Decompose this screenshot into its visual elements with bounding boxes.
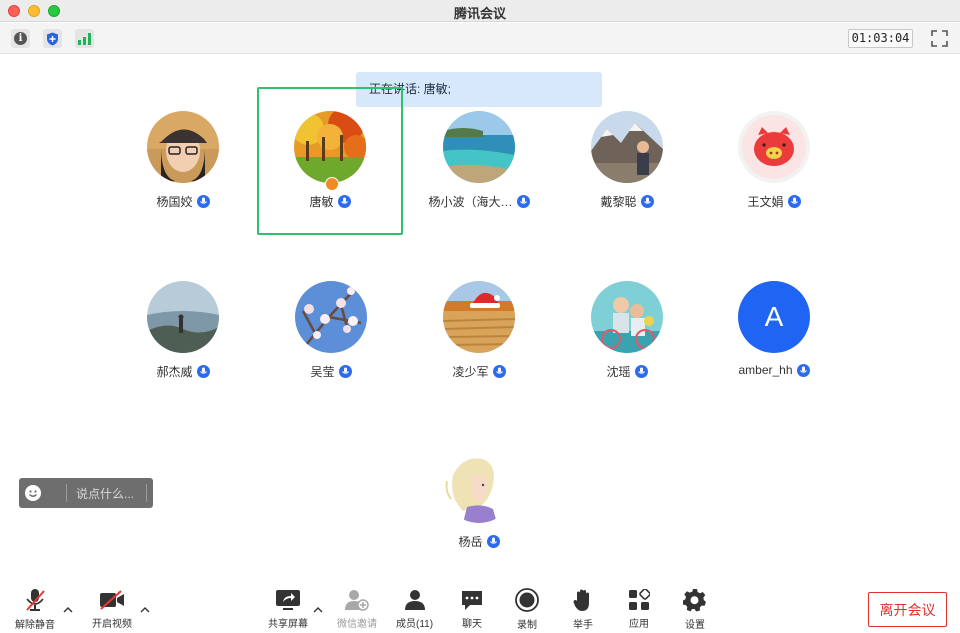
share-screen-icon	[276, 589, 300, 610]
wechat-invite-label: 微信邀请	[337, 619, 377, 630]
mic-icon	[634, 365, 648, 378]
participant-name: 杨国姣	[156, 195, 193, 209]
chat-icon	[462, 590, 482, 610]
participant-name: 戴黎聪	[600, 195, 637, 209]
avatar	[443, 111, 515, 183]
participant-name: 吴莹	[310, 365, 335, 379]
title-bar: 腾讯会议	[0, 0, 960, 22]
settings-label: 设置	[685, 620, 705, 631]
unmute-label: 解除静音	[15, 620, 55, 631]
chevron-up-icon[interactable]	[139, 604, 151, 616]
mic-icon	[196, 195, 210, 208]
participant-name: 凌少军	[452, 365, 489, 379]
avatar	[443, 281, 515, 353]
network-signal-button[interactable]	[75, 29, 94, 48]
avatar	[147, 111, 219, 183]
avatar	[147, 281, 219, 353]
mic-icon	[516, 195, 530, 208]
mic-icon	[338, 365, 352, 378]
apps-label: 应用	[629, 619, 649, 630]
chat-label: 聊天	[462, 619, 482, 630]
start-video-button[interactable]: 开启视频	[92, 588, 132, 630]
participant-tile[interactable]: 郝杰威	[110, 257, 256, 405]
unmute-button[interactable]: 解除静音	[15, 588, 55, 631]
meeting-info-button[interactable]: i	[11, 29, 30, 48]
divider	[66, 484, 67, 502]
participant-name: 唐敏	[309, 195, 334, 209]
participant-tile[interactable]: 杨岳	[406, 427, 552, 575]
settings-button[interactable]: 设置	[682, 588, 708, 631]
fullscreen-icon[interactable]	[931, 30, 948, 47]
members-icon	[404, 589, 425, 610]
avatar	[591, 281, 663, 353]
microphone-muted-icon	[26, 589, 45, 611]
avatar	[443, 451, 515, 523]
share-screen-label: 共享屏幕	[268, 619, 308, 630]
meeting-timer: 01:03:04	[848, 29, 913, 48]
record-icon	[515, 588, 539, 612]
wechat-invite-button[interactable]: 微信邀请	[337, 588, 377, 630]
participant-tile[interactable]: 沈瑶	[554, 257, 700, 405]
chat-input[interactable]: 说点什么...	[76, 485, 134, 502]
divider	[146, 484, 147, 502]
apps-button[interactable]: 应用	[626, 588, 652, 630]
participant-tile[interactable]: A amber_hh	[701, 257, 847, 405]
chat-quick-bar: 说点什么...	[19, 478, 160, 508]
avatar	[591, 111, 663, 183]
add-user-icon	[345, 589, 369, 611]
participant-tile[interactable]: 戴黎聪	[554, 87, 700, 235]
raise-hand-label: 举手	[573, 620, 593, 631]
participant-tile[interactable]: 杨小波（海大…	[406, 87, 552, 235]
participant-name: amber_hh	[738, 363, 793, 377]
mic-icon	[196, 365, 210, 378]
participant-name: 杨岳	[458, 535, 483, 549]
chevron-up-icon[interactable]	[62, 604, 74, 616]
chat-button[interactable]: 聊天	[459, 588, 485, 630]
avatar	[295, 281, 367, 353]
hand-icon	[573, 589, 589, 611]
record-button[interactable]: 录制	[514, 588, 540, 631]
mic-icon	[492, 365, 506, 378]
participant-name: 杨小波（海大…	[428, 195, 513, 209]
raise-hand-button[interactable]: 举手	[570, 588, 596, 631]
participant-name: 郝杰威	[156, 365, 193, 379]
host-badge-icon	[325, 177, 339, 191]
participant-name: 沈瑶	[606, 365, 631, 379]
share-screen-button[interactable]: 共享屏幕	[268, 588, 308, 630]
participant-tile[interactable]: 王文娟	[701, 87, 847, 235]
gear-icon	[683, 589, 706, 612]
shield-icon	[47, 32, 58, 45]
window-title: 腾讯会议	[453, 6, 506, 21]
mic-icon	[337, 195, 351, 208]
letter-avatar: A	[738, 281, 810, 353]
members-label: 成员(11)	[396, 619, 434, 630]
mic-icon	[787, 195, 801, 208]
mic-icon	[796, 363, 810, 377]
chevron-up-icon[interactable]	[312, 604, 324, 616]
apps-icon	[629, 588, 650, 610]
signal-icon	[78, 32, 91, 45]
leave-meeting-button[interactable]: 离开会议	[868, 592, 947, 627]
participant-tile[interactable]: 杨国姣	[110, 87, 256, 235]
info-icon: i	[14, 32, 27, 45]
participant-tile[interactable]: 凌少军	[406, 257, 552, 405]
avatar	[294, 111, 366, 183]
participant-tile-active-speaker[interactable]: 唐敏	[257, 87, 403, 235]
participant-name: 王文娟	[747, 195, 784, 209]
emoji-icon[interactable]	[25, 485, 41, 501]
chevron-left-icon[interactable]	[150, 486, 164, 500]
record-label: 录制	[517, 620, 537, 631]
participant-tile[interactable]: 吴莹	[258, 257, 404, 405]
status-bar: i 01:03:04	[0, 23, 960, 54]
mic-icon	[640, 195, 654, 208]
avatar	[738, 111, 810, 183]
members-button[interactable]: 成员(11)	[396, 588, 433, 630]
start-video-label: 开启视频	[92, 619, 132, 630]
security-button[interactable]	[43, 29, 62, 48]
mic-icon	[486, 535, 500, 548]
camera-off-icon	[100, 589, 124, 610]
